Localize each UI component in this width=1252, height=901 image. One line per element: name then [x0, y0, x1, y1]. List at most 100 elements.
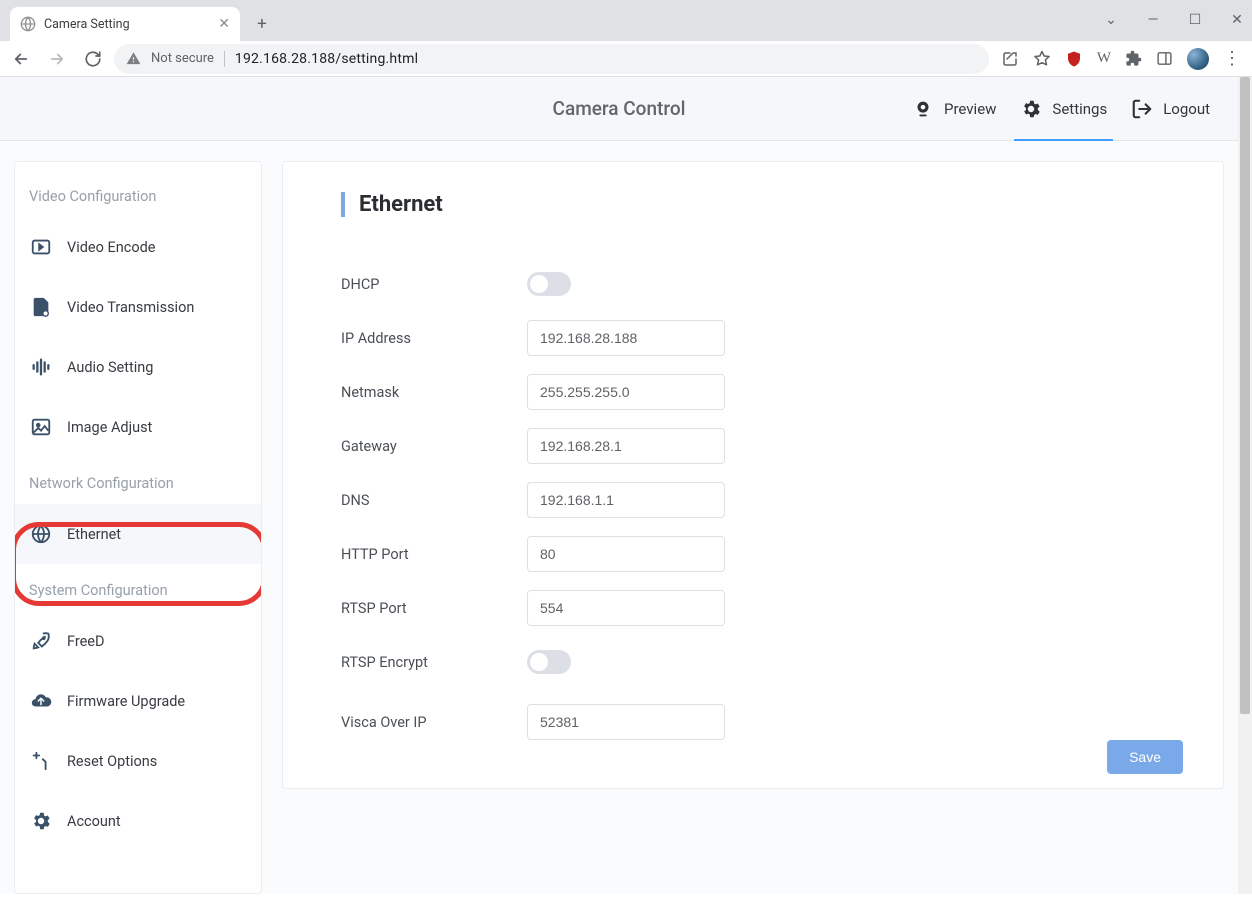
row-dhcp: DHCP: [341, 257, 1159, 311]
browser-tab[interactable]: Camera Setting ✕: [10, 7, 240, 41]
label-rtsp-encrypt: RTSP Encrypt: [341, 654, 527, 671]
input-http-port[interactable]: [527, 536, 725, 572]
page-root: Camera Control Preview Settings Logout: [0, 77, 1238, 894]
toolbar-icons: W ⋮: [995, 48, 1246, 70]
nav-logout[interactable]: Logout: [1131, 77, 1210, 140]
page-title: Camera Control: [553, 97, 686, 120]
sidebar-item-firmware[interactable]: Firmware Upgrade: [15, 671, 261, 731]
gear-icon: [1020, 98, 1042, 120]
sidebar-label: Image Adjust: [67, 419, 152, 436]
sidebar-label: FreeD: [67, 633, 105, 650]
chevron-down-icon[interactable]: ⌄: [1104, 12, 1118, 28]
sidebar: Video Configuration Video Encode Video T…: [14, 161, 262, 894]
tab-title: Camera Setting: [44, 17, 130, 32]
url-text: 192.168.28.188/setting.html: [235, 51, 418, 67]
maximize-icon[interactable]: ☐: [1188, 12, 1202, 28]
switch-dhcp[interactable]: [527, 272, 571, 296]
forward-button[interactable]: [42, 44, 72, 74]
ublock-icon[interactable]: [1065, 50, 1083, 68]
sidebar-item-image-adjust[interactable]: Image Adjust: [15, 397, 261, 457]
profile-avatar[interactable]: [1187, 48, 1209, 70]
scrollbar-thumb[interactable]: [1240, 77, 1250, 714]
logout-icon: [1131, 98, 1153, 120]
tools-icon: [29, 750, 53, 772]
browser-tab-strip: Camera Setting ✕ + ⌄ ― ☐ ✕: [0, 0, 1252, 41]
label-rtsp-port: RTSP Port: [341, 600, 527, 617]
nav-settings-label: Settings: [1052, 100, 1107, 118]
input-dns[interactable]: [527, 482, 725, 518]
content-area: Video Configuration Video Encode Video T…: [0, 141, 1238, 894]
tab-close-icon[interactable]: ✕: [218, 16, 230, 32]
row-visca: Visca Over IP: [341, 695, 1159, 749]
row-rtsp-encrypt: RTSP Encrypt: [341, 635, 1159, 689]
new-tab-button[interactable]: +: [248, 10, 276, 38]
globe-icon: [20, 16, 36, 32]
switch-rtsp-encrypt[interactable]: [527, 650, 571, 674]
sidebar-item-audio[interactable]: Audio Setting: [15, 337, 261, 397]
sidebar-item-video-encode[interactable]: Video Encode: [15, 217, 261, 277]
row-http-port: HTTP Port: [341, 527, 1159, 581]
sidebar-item-freed[interactable]: FreeD: [15, 611, 261, 671]
minimize-icon[interactable]: ―: [1146, 12, 1160, 28]
sidebar-item-ethernet[interactable]: Ethernet: [15, 504, 261, 564]
input-ip[interactable]: [527, 320, 725, 356]
browser-toolbar: Not secure 192.168.28.188/setting.html W…: [0, 41, 1252, 77]
audio-icon: [29, 356, 53, 378]
sidebar-item-video-transmission[interactable]: Video Transmission: [15, 277, 261, 337]
sidebar-item-account[interactable]: Account: [15, 791, 261, 851]
label-dhcp: DHCP: [341, 276, 527, 293]
sidebar-label: Video Transmission: [67, 299, 194, 316]
rocket-icon: [29, 630, 53, 652]
row-netmask: Netmask: [341, 365, 1159, 419]
settings-panel: Ethernet DHCP IP Address Netmask Gateway…: [282, 161, 1224, 789]
label-dns: DNS: [341, 492, 527, 509]
share-icon[interactable]: [1001, 50, 1019, 68]
camera-icon: [912, 98, 934, 120]
transmission-icon: [29, 296, 53, 318]
input-gateway[interactable]: [527, 428, 725, 464]
row-ip: IP Address: [341, 311, 1159, 365]
page-header: Camera Control Preview Settings Logout: [0, 77, 1238, 141]
nav-settings[interactable]: Settings: [1020, 77, 1107, 140]
label-http-port: HTTP Port: [341, 546, 527, 563]
window-controls: ⌄ ― ☐ ✕: [1104, 0, 1244, 40]
image-icon: [29, 416, 53, 438]
sidebar-group-system: System Configuration: [15, 564, 261, 611]
reload-button[interactable]: [78, 44, 108, 74]
nav-preview[interactable]: Preview: [912, 77, 996, 140]
address-bar[interactable]: Not secure 192.168.28.188/setting.html: [114, 44, 989, 74]
w-extension-icon[interactable]: W: [1097, 50, 1111, 67]
security-label: Not secure: [151, 51, 214, 66]
nav-logout-label: Logout: [1163, 100, 1210, 118]
input-rtsp-port[interactable]: [527, 590, 725, 626]
panel-title: Ethernet: [341, 192, 1159, 217]
video-encode-icon: [29, 236, 53, 258]
row-dns: DNS: [341, 473, 1159, 527]
divider: [224, 51, 225, 67]
label-ip: IP Address: [341, 330, 527, 347]
close-window-icon[interactable]: ✕: [1230, 12, 1244, 28]
sidebar-label: Audio Setting: [67, 359, 153, 376]
back-button[interactable]: [6, 44, 36, 74]
sidepanel-icon[interactable]: [1156, 50, 1173, 67]
sidebar-group-video: Video Configuration: [15, 170, 261, 217]
cloud-upload-icon: [29, 690, 53, 712]
globe-icon: [29, 523, 53, 545]
label-gateway: Gateway: [341, 438, 527, 455]
sidebar-label: Firmware Upgrade: [67, 693, 185, 710]
extensions-icon[interactable]: [1125, 50, 1142, 67]
vertical-scrollbar[interactable]: [1238, 77, 1252, 894]
sidebar-label: Video Encode: [67, 239, 155, 256]
kebab-menu-icon[interactable]: ⋮: [1223, 48, 1240, 69]
input-netmask[interactable]: [527, 374, 725, 410]
sidebar-label: Reset Options: [67, 753, 157, 770]
label-netmask: Netmask: [341, 384, 527, 401]
sidebar-item-reset[interactable]: Reset Options: [15, 731, 261, 791]
not-secure-icon: [126, 51, 141, 66]
sidebar-label: Account: [67, 813, 121, 830]
input-visca[interactable]: [527, 704, 725, 740]
label-visca: Visca Over IP: [341, 714, 527, 731]
row-gateway: Gateway: [341, 419, 1159, 473]
bookmark-star-icon[interactable]: [1033, 50, 1051, 68]
save-button[interactable]: Save: [1107, 740, 1183, 774]
